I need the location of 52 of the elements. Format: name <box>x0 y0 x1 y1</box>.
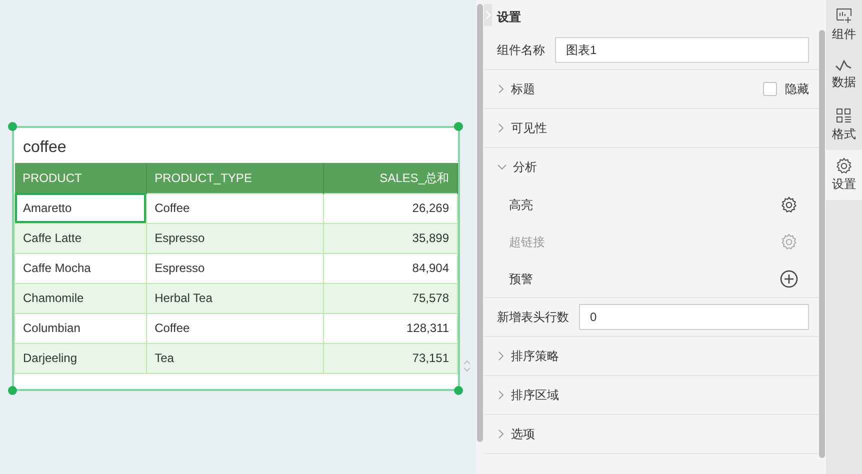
scrollbar[interactable] <box>819 30 825 458</box>
table-cell[interactable]: Caffe Mocha <box>14 253 146 283</box>
table-cell[interactable]: 73,151 <box>324 343 458 373</box>
table-cell[interactable]: Amaretto <box>14 193 146 223</box>
settings-icon <box>835 157 853 175</box>
table-cell[interactable]: Chamomile <box>14 283 146 313</box>
table-cell[interactable]: Coffee <box>146 193 324 223</box>
field-label: 新增表头行数 <box>497 309 569 326</box>
table-cell[interactable]: 26,269 <box>324 193 458 223</box>
sidebar-tab[interactable]: 组件 <box>826 0 862 50</box>
section-header[interactable]: 排序策略 <box>511 347 809 365</box>
table-cell[interactable]: Columbian <box>14 313 146 343</box>
sidebar-tab[interactable]: 设置 <box>826 150 862 200</box>
table-cell[interactable]: 75,578 <box>324 283 458 313</box>
table-cell[interactable]: Espresso <box>146 223 324 253</box>
table-cell[interactable]: Herbal Tea <box>146 283 324 313</box>
checkbox[interactable] <box>763 82 777 96</box>
line-chart-icon <box>835 59 853 73</box>
table-cell[interactable]: Darjeeling <box>14 343 146 373</box>
field-label: 组件名称 <box>497 42 545 59</box>
table-cell[interactable]: Coffee <box>146 313 324 343</box>
sidebar-tab[interactable]: 数据 <box>826 50 862 100</box>
scrollbar[interactable] <box>477 4 483 442</box>
section-header[interactable]: 可见性 <box>511 119 809 137</box>
section-header[interactable]: 选项 <box>511 425 809 443</box>
collapse-handle[interactable] <box>484 4 492 26</box>
resize-handle[interactable] <box>8 386 17 395</box>
table-cell[interactable]: Caffe Latte <box>14 223 146 253</box>
add-icon[interactable] <box>780 270 798 288</box>
grid-icon <box>835 107 853 125</box>
section-header[interactable]: 标题 <box>511 80 757 98</box>
option-label: 预警 <box>509 270 533 288</box>
table-cell[interactable]: Tea <box>146 343 324 373</box>
option-label: 超链接 <box>509 234 545 250</box>
settings-icon[interactable] <box>780 196 798 214</box>
input-field[interactable]: 图表1 <box>555 37 809 63</box>
widget-title: coffee <box>22 138 68 158</box>
sidebar-tab[interactable]: 格式 <box>826 100 862 150</box>
resize-handle[interactable] <box>8 122 17 131</box>
panel-title: 设置 <box>497 9 521 26</box>
section-header[interactable]: 分析 <box>513 158 809 176</box>
table-cell[interactable]: 35,899 <box>324 223 458 253</box>
chart-add-icon <box>835 7 853 25</box>
option-label: 高亮 <box>509 196 533 214</box>
resize-handle[interactable] <box>454 386 463 395</box>
resize-handle[interactable] <box>454 122 463 131</box>
section-header[interactable]: 排序区域 <box>511 386 809 404</box>
table-cell[interactable]: 128,311 <box>324 313 458 343</box>
checkbox-label: 隐藏 <box>785 81 809 98</box>
table-cell[interactable]: Espresso <box>146 253 324 283</box>
table-cell[interactable]: 84,904 <box>324 253 458 283</box>
input-field[interactable]: 0 <box>579 304 809 330</box>
